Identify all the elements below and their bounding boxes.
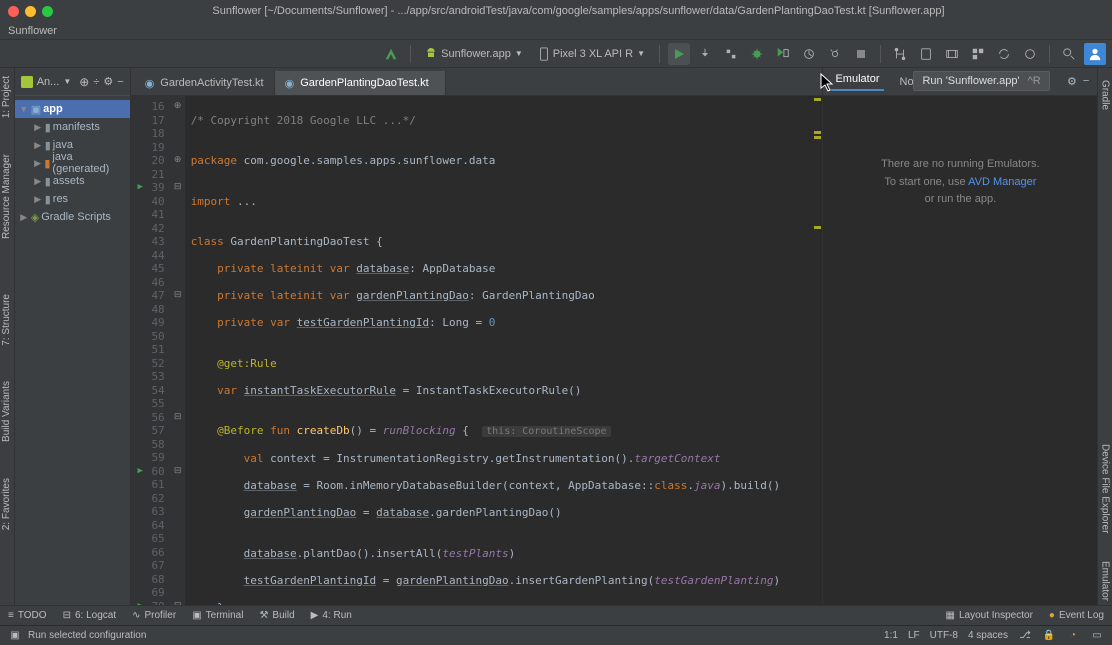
divide-icon[interactable]: ÷ [93, 76, 99, 88]
tool-window-icon[interactable]: ▣ [8, 629, 22, 643]
sdk-manager-button[interactable] [941, 43, 963, 65]
window-controls [8, 6, 53, 17]
line-gutter[interactable]: 161718 192021 394041 424344 454647 48495… [131, 96, 171, 605]
kotlin-file-icon: ◉ [145, 77, 155, 90]
emulator-panel: Emulator No Runni Run 'Sunflower.app' ^R… [822, 68, 1097, 605]
tool-project[interactable]: 1: Project [1, 72, 12, 122]
close-window[interactable] [8, 6, 19, 17]
user-button[interactable] [1084, 43, 1106, 65]
make-button[interactable] [380, 43, 402, 65]
more-button[interactable] [1019, 43, 1041, 65]
stop-button[interactable] [850, 43, 872, 65]
emulator-tab[interactable]: Emulator [831, 73, 883, 91]
gear-icon[interactable]: ⚙ [103, 75, 113, 88]
tree-node-app[interactable]: ▼▣ app [15, 100, 130, 118]
run-button[interactable] [668, 43, 690, 65]
caret-position[interactable]: 1:1 [884, 630, 898, 641]
fold-gutter[interactable]: ⊕ ⊕⊟ ⊟ ⊟ ⊟ ⊟ [171, 96, 185, 605]
tool-build-variants[interactable]: Build Variants [1, 377, 12, 446]
file-encoding[interactable]: UTF-8 [930, 630, 958, 641]
chevron-down-icon[interactable]: ▼ [63, 77, 71, 86]
tool-terminal[interactable]: ▣ Terminal [192, 610, 243, 621]
apply-changes-button[interactable] [694, 43, 716, 65]
gear-icon[interactable]: ⚙ [1067, 75, 1077, 88]
editor-tabs: ◉ GardenActivityTest.kt ◉ GardenPlanting… [131, 68, 823, 96]
code-content[interactable]: /* Copyright 2018 Google LLC ...*/ packa… [185, 96, 823, 605]
status-bar: ▣ Run selected configuration 1:1 LF UTF-… [0, 625, 1112, 645]
title-bar: Sunflower [~/Documents/Sunflower] - .../… [0, 0, 1112, 22]
profiler-button[interactable] [798, 43, 820, 65]
code-editor[interactable]: 161718 192021 394041 424344 454647 48495… [131, 96, 823, 605]
tool-resource-manager[interactable]: Resource Manager [1, 150, 12, 243]
tool-event-log[interactable]: ● Event Log [1049, 610, 1104, 621]
left-tool-strip: 1: Project Resource Manager 7: Structure… [0, 68, 15, 605]
window-title: Sunflower [~/Documents/Sunflower] - .../… [53, 5, 1104, 17]
tree-node-manifests[interactable]: ▶▮manifests [15, 118, 130, 136]
tab-garden-activity-test[interactable]: ◉ GardenActivityTest.kt [135, 71, 275, 95]
tool-favorites[interactable]: 2: Favorites [1, 474, 12, 534]
tree-node-gradle[interactable]: ▶◈Gradle Scripts [15, 208, 130, 226]
maximize-window[interactable] [42, 6, 53, 17]
emulator-empty-state: There are no running Emulators. To start… [823, 96, 1097, 605]
minimize-window[interactable] [25, 6, 36, 17]
readonly-icon[interactable]: 🔒 [1042, 629, 1056, 643]
emulator-header: Emulator No Runni Run 'Sunflower.app' ^R… [823, 68, 1097, 96]
tree-node-res[interactable]: ▶▮res [15, 190, 130, 208]
hide-icon[interactable]: − [117, 76, 123, 88]
device-selector[interactable]: Pixel 3 XL API R ▼ [533, 43, 651, 65]
breadcrumb-root[interactable]: Sunflower [8, 25, 57, 37]
tool-structure[interactable]: 7: Structure [1, 290, 12, 350]
resource-manager-button[interactable] [967, 43, 989, 65]
vcs-button[interactable] [889, 43, 911, 65]
avd-manager-link[interactable]: AVD Manager [968, 176, 1036, 188]
hide-icon[interactable]: − [1083, 75, 1089, 88]
sync-button[interactable] [993, 43, 1015, 65]
search-button[interactable] [1058, 43, 1080, 65]
status-message: Run selected configuration [28, 630, 146, 641]
bottom-tool-bar: ≡ TODO ⊟ 6: Logcat ∿ Profiler ▣ Terminal… [0, 605, 1112, 625]
attach-debugger-button[interactable] [824, 43, 846, 65]
chevron-down-icon: ▼ [515, 49, 523, 58]
tool-gradle[interactable]: Gradle [1100, 76, 1111, 114]
breadcrumb-bar: Sunflower [0, 22, 1112, 40]
debug-button[interactable] [746, 43, 768, 65]
tool-profiler[interactable]: ∿ Profiler [132, 610, 176, 621]
run-tooltip: Run 'Sunflower.app' ^R [913, 71, 1049, 91]
apply-code-button[interactable] [720, 43, 742, 65]
coverage-button[interactable] [772, 43, 794, 65]
memory-icon[interactable]: ▭ [1090, 629, 1104, 643]
error-stripe[interactable] [812, 96, 822, 605]
kotlin-file-icon: ◉ [285, 77, 295, 90]
editor-area: ◉ GardenActivityTest.kt ◉ GardenPlanting… [131, 68, 823, 605]
tool-logcat[interactable]: ⊟ 6: Logcat [63, 610, 117, 621]
chevron-down-icon: ▼ [637, 49, 645, 58]
project-tree: ▼▣ app ▶▮manifests ▶▮java ▶▮java (genera… [15, 96, 130, 230]
tab-garden-planting-dao-test[interactable]: ◉ GardenPlantingDaoTest.kt [275, 71, 446, 95]
android-icon [425, 48, 437, 60]
tool-device-explorer[interactable]: Device File Explorer [1100, 440, 1111, 537]
line-ending[interactable]: LF [908, 630, 920, 641]
target-icon[interactable]: ⊕ [79, 75, 89, 89]
indent-setting[interactable]: 4 spaces [968, 630, 1008, 641]
tree-node-java-gen[interactable]: ▶▮java (generated) [15, 154, 130, 172]
tool-layout-inspector[interactable]: ▦ Layout Inspector [946, 610, 1033, 621]
inspection-icon[interactable]: ◔ [1066, 629, 1080, 643]
phone-icon [539, 47, 549, 61]
avd-manager-button[interactable] [915, 43, 937, 65]
git-branch-icon[interactable]: ⎇ [1018, 629, 1032, 643]
project-header: An... ▼ ⊕ ÷ ⚙ − [15, 68, 130, 96]
tool-build[interactable]: ⚒ Build [259, 610, 294, 621]
run-config-selector[interactable]: Sunflower.app ▼ [419, 43, 529, 65]
android-icon [21, 76, 33, 88]
right-tool-strip: Gradle Device File Explorer Emulator [1097, 68, 1112, 605]
tool-todo[interactable]: ≡ TODO [8, 610, 47, 621]
tool-run[interactable]: ▶ 4: Run [311, 610, 352, 621]
project-panel: An... ▼ ⊕ ÷ ⚙ − ▼▣ app ▶▮manifests ▶▮jav… [15, 68, 131, 605]
main-toolbar: Sunflower.app ▼ Pixel 3 XL API R ▼ [0, 40, 1112, 68]
tool-emulator[interactable]: Emulator [1100, 557, 1111, 605]
